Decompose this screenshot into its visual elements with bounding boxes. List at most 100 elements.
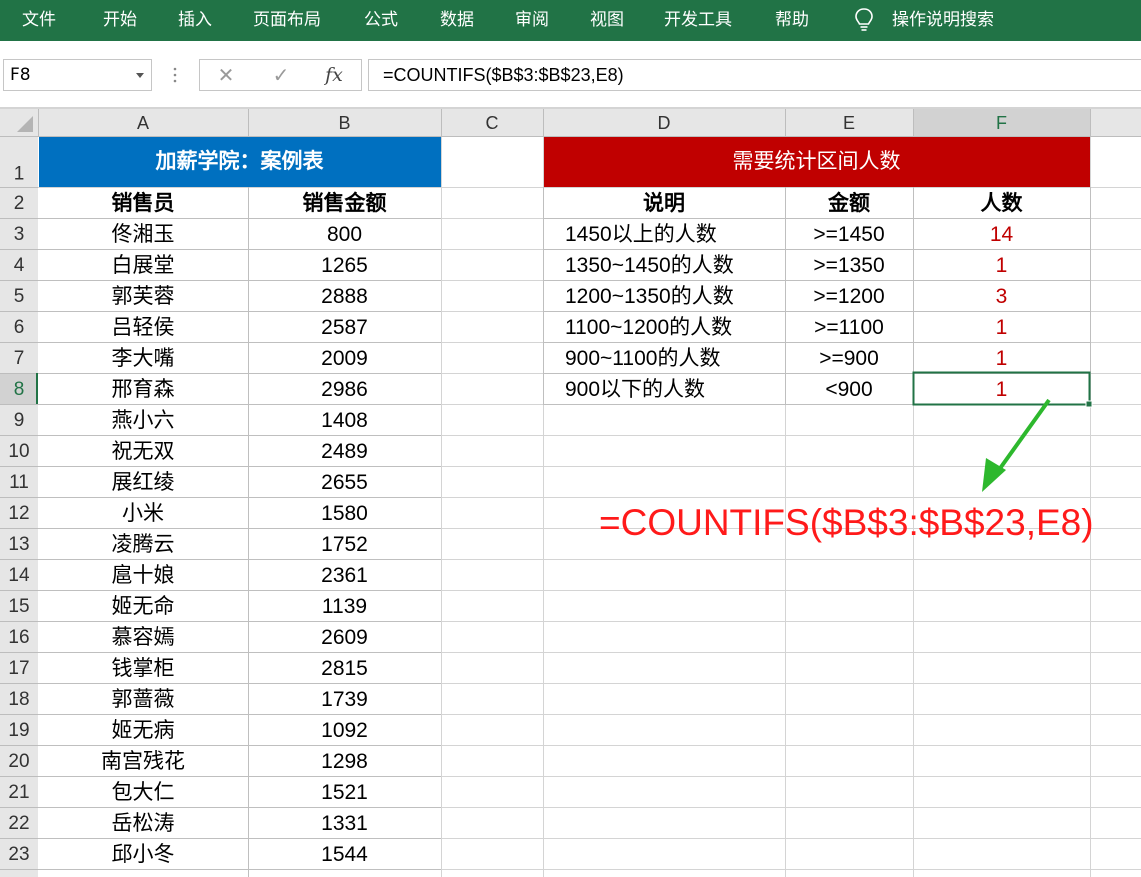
ribbon-tab-bar: 文件 开始 插入 页面布局 公式 数据 审阅 视图 开发工具 帮助 操作说明搜索	[0, 0, 1141, 41]
cell-salesperson: 慕容嫣	[112, 626, 175, 649]
cell-salesperson: 白展堂	[112, 254, 175, 277]
cell-amount-criteria: >=1450	[813, 223, 884, 246]
cell-sales-amount: 1544	[321, 843, 368, 866]
cell-sales-amount: 2609	[321, 626, 368, 649]
worksheet-grid[interactable]: A B C D E F1234567891011121314151617181920212…	[0, 108, 1141, 877]
tell-me-search[interactable]: 操作说明搜索	[892, 0, 994, 41]
row-header-1: 1	[14, 164, 25, 185]
cell-salesperson: 钱掌柜	[112, 657, 175, 680]
formula-annotation: =COUNTIFS($B$3:$B$23,E8)	[599, 502, 1094, 543]
cell-count: 3	[996, 285, 1008, 308]
cell-amount-criteria: >=1100	[814, 316, 884, 339]
cell-sales-amount: 800	[327, 223, 362, 246]
row-header-4: 4	[14, 255, 25, 276]
row-header-10: 10	[8, 441, 29, 462]
row-header-21: 21	[8, 782, 29, 803]
row-header-9: 9	[14, 410, 25, 431]
cell-salesperson: 邱小冬	[112, 843, 175, 866]
row-header-16: 16	[8, 627, 29, 648]
cell-sales-amount: 1139	[322, 595, 367, 618]
chevron-down-icon[interactable]	[136, 73, 144, 78]
cell-sales-amount: 2815	[321, 657, 368, 680]
cell-description: 1350~1450的人数	[565, 254, 734, 277]
drag-handle-icon[interactable]	[173, 66, 177, 84]
cell-amount-criteria: >=1350	[813, 254, 884, 277]
tab-home[interactable]: 开始	[103, 0, 137, 41]
cell-salesperson: 邢育森	[112, 378, 175, 401]
cell-sales-amount: 1521	[321, 781, 368, 804]
row-header-18: 18	[8, 689, 29, 710]
tab-file[interactable]: 文件	[22, 0, 56, 41]
cell-description: 1450以上的人数	[565, 223, 717, 246]
tab-review[interactable]: 审阅	[515, 0, 549, 41]
row-header-11: 11	[9, 472, 29, 493]
cell-salesperson: 包大仁	[112, 781, 175, 804]
cell-salesperson: 南宫残花	[101, 750, 185, 773]
cell-sales-amount: 2489	[321, 440, 368, 463]
tab-insert[interactable]: 插入	[178, 0, 212, 41]
right-table-title: 需要统计区间人数	[733, 150, 901, 173]
tab-data[interactable]: 数据	[440, 0, 474, 41]
cell-amount-criteria: >=1200	[813, 285, 884, 308]
cell-sales-amount: 2009	[321, 347, 368, 370]
cell-salesperson: 郭芙蓉	[112, 285, 175, 308]
row-header-8: 8	[14, 379, 25, 400]
tab-formulas[interactable]: 公式	[364, 0, 398, 41]
insert-function-button[interactable]: fx	[314, 60, 354, 90]
cell-salesperson: 姬无命	[112, 595, 175, 618]
cell-amount-criteria: <900	[825, 378, 872, 401]
cell-salesperson: 岳松涛	[112, 812, 175, 835]
row-header-23: 23	[8, 844, 29, 865]
row-header-3: 3	[14, 224, 25, 245]
name-box[interactable]: F8	[3, 59, 152, 91]
row-header-13: 13	[8, 534, 29, 555]
row-header-15: 15	[8, 596, 29, 617]
cell-description: 1100~1200的人数	[565, 316, 732, 339]
row-header-7: 7	[14, 348, 25, 369]
cell-sales-amount: 2888	[321, 285, 368, 308]
column-header-d: D	[658, 113, 671, 133]
row-header-20: 20	[8, 751, 29, 772]
row-header-17: 17	[8, 658, 29, 679]
row-header-12: 12	[8, 503, 29, 524]
worksheet: A B C D E F 1 2 3 4 5 6 7 8 9 10 11 12 13 14 15 16 17 18 19 20 21 2…	[0, 108, 1141, 877]
cell-count: 1	[996, 347, 1008, 370]
formula-buttons: ✕ ✓ fx	[199, 59, 362, 91]
cell-salesperson: 小米	[122, 502, 164, 525]
tab-help[interactable]: 帮助	[775, 0, 809, 41]
cell-count: 1	[996, 254, 1008, 277]
cell-sales-amount: 2986	[321, 378, 368, 401]
cell-amount-criteria: >=900	[819, 347, 879, 370]
cell-sales-amount: 1408	[321, 409, 368, 432]
formula-input[interactable]: =COUNTIFS($B$3:$B$23,E8)	[368, 59, 1141, 91]
cell-sales-amount: 2587	[321, 316, 368, 339]
row-header-22: 22	[8, 813, 29, 834]
lightbulb-icon[interactable]	[853, 7, 875, 33]
cell-salesperson: 吕轻侯	[112, 316, 175, 339]
enter-icon[interactable]: ✓	[261, 60, 301, 90]
tab-view[interactable]: 视图	[590, 0, 624, 41]
header-sales-amount: 销售金额	[303, 191, 387, 215]
header-description: 说明	[643, 191, 685, 215]
header-amount: 金额	[827, 191, 870, 215]
cell-salesperson: 祝无双	[112, 440, 175, 463]
row-header-14: 14	[8, 565, 30, 586]
cell-salesperson: 扈十娘	[112, 564, 175, 587]
cancel-icon[interactable]: ✕	[206, 60, 246, 90]
cell-salesperson: 凌腾云	[112, 533, 175, 556]
cell-sales-amount: 1298	[321, 750, 368, 773]
cell-count: 1	[996, 378, 1008, 401]
fill-handle[interactable]	[1085, 400, 1093, 408]
cell-description: 900~1100的人数	[565, 347, 720, 370]
cell-description: 1200~1350的人数	[565, 285, 734, 308]
row-header-5: 5	[14, 286, 25, 307]
cell-salesperson: 姬无病	[112, 719, 175, 742]
formula-bar: F8 ✕ ✓ fx =COUNTIFS($B$3:$B$23,E8)	[0, 41, 1141, 108]
cell-sales-amount: 1265	[321, 254, 368, 277]
tab-developer[interactable]: 开发工具	[664, 0, 732, 41]
cell-sales-amount: 1752	[321, 533, 368, 556]
row-header-2: 2	[14, 193, 25, 214]
tab-page-layout[interactable]: 页面布局	[253, 0, 321, 41]
cell-description: 900以下的人数	[565, 378, 705, 401]
name-box-value: F8	[10, 65, 31, 85]
